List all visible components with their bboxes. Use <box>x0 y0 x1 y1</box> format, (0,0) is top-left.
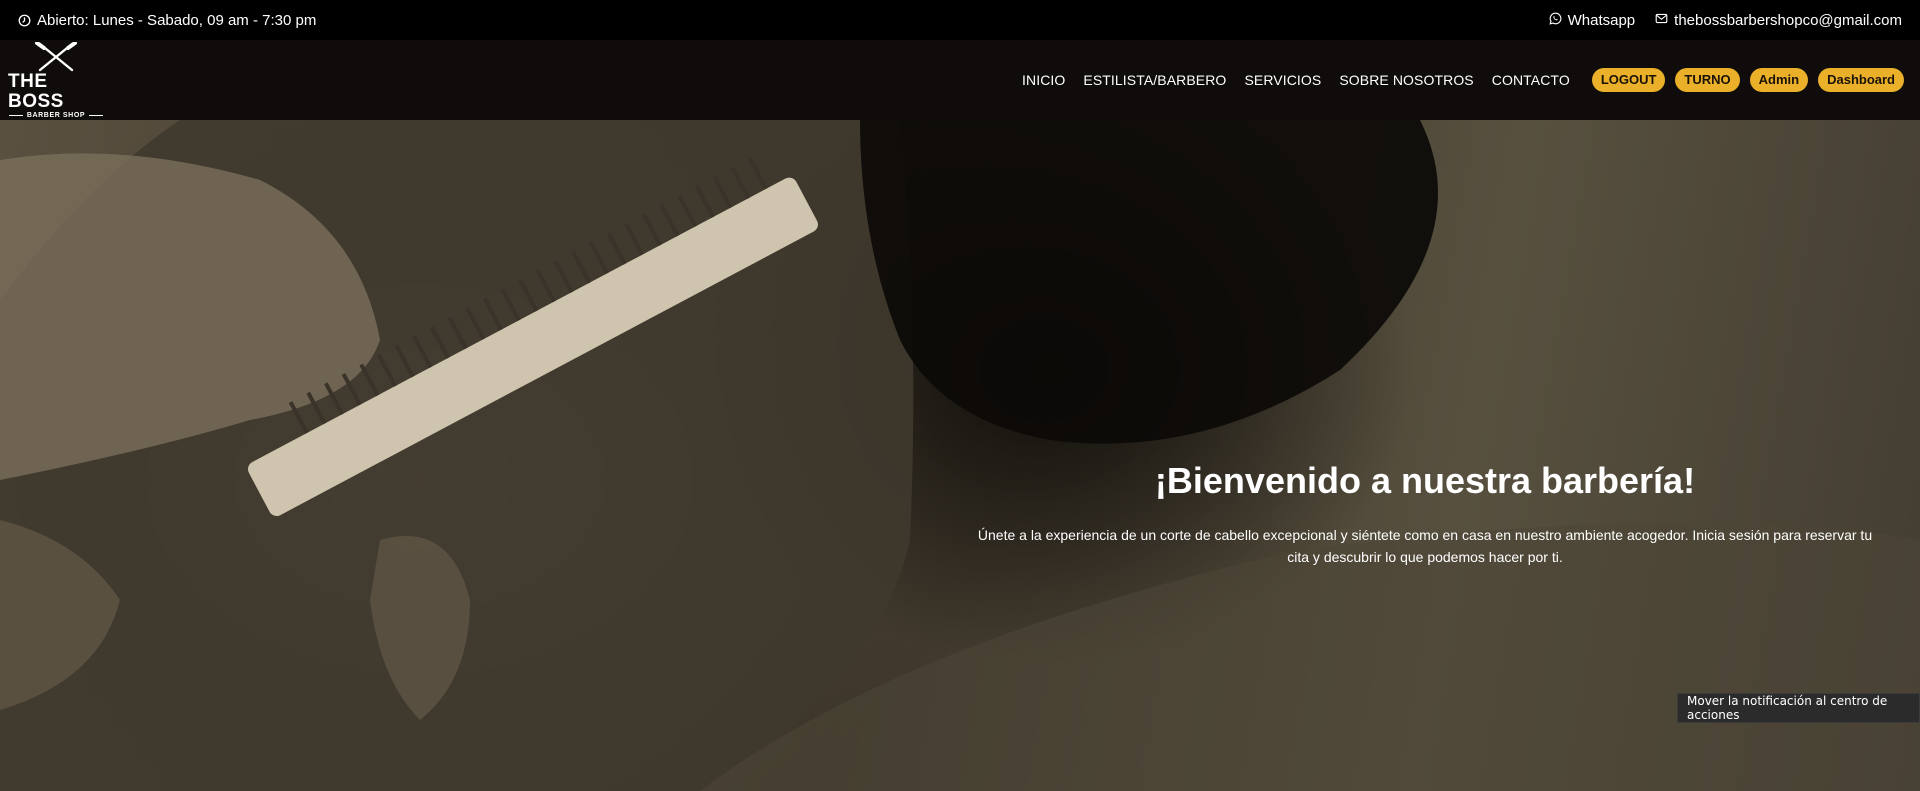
main-navbar: THE BOSS BARBER SHOP INICIO ESTILISTA/BA… <box>0 40 1920 120</box>
hero-title: ¡Bienvenido a nuestra barbería! <box>1154 460 1696 501</box>
admin-button[interactable]: Admin <box>1749 68 1809 92</box>
opening-hours: Abierto: Lunes - Sabado, 09 am - 7:30 pm <box>18 12 316 29</box>
crossed-razors-icon <box>35 41 77 71</box>
hero-subtitle: Únete a la experiencia de un corte de ca… <box>977 527 1873 565</box>
email-label: thebossbarbershopco@gmail.com <box>1674 11 1902 29</box>
logout-button[interactable]: LOGOUT <box>1591 68 1666 92</box>
logo-brand-text: THE BOSS <box>8 70 64 112</box>
toast-text: Mover la notificación al centro de accio… <box>1687 694 1888 722</box>
nav-link-servicios[interactable]: SERVICIOS <box>1244 72 1321 88</box>
envelope-icon <box>1655 12 1668 29</box>
whatsapp-icon <box>1549 12 1562 29</box>
opening-hours-text: Abierto: Lunes - Sabado, 09 am - 7:30 pm <box>37 11 317 29</box>
clock-icon <box>18 14 31 27</box>
email-link[interactable]: thebossbarbershopco@gmail.com <box>1655 12 1902 29</box>
hero-text: ¡Bienvenido a nuestra barbería! Únete a … <box>975 460 1875 568</box>
whatsapp-link[interactable]: Whatsapp <box>1549 11 1636 29</box>
turno-button[interactable]: TURNO <box>1675 68 1740 92</box>
nav-link-sobre-nosotros[interactable]: SOBRE NOSOTROS <box>1339 72 1473 88</box>
whatsapp-label: Whatsapp <box>1567 11 1636 29</box>
notification-toast[interactable]: Mover la notificación al centro de accio… <box>1677 693 1920 723</box>
nav-link-inicio[interactable]: INICIO <box>1022 72 1065 88</box>
logo-sub-text: BARBER SHOP <box>26 111 86 119</box>
hero-background-image <box>0 120 1920 791</box>
logo-divider-left <box>8 114 23 116</box>
nav-links: INICIO ESTILISTA/BARBERO SERVICIOS SOBRE… <box>1022 72 1570 88</box>
logo-divider-right <box>89 114 104 116</box>
top-info-bar: Abierto: Lunes - Sabado, 09 am - 7:30 pm… <box>0 0 1920 40</box>
nav-link-contacto[interactable]: CONTACTO <box>1492 72 1570 88</box>
site-logo[interactable]: THE BOSS BARBER SHOP <box>8 41 104 119</box>
hero-section: ¡Bienvenido a nuestra barbería! Únete a … <box>0 120 1920 791</box>
dashboard-button[interactable]: Dashboard <box>1818 68 1904 92</box>
nav-link-estilista-barbero[interactable]: ESTILISTA/BARBERO <box>1083 72 1226 88</box>
nav-buttons: LOGOUT TURNO Admin Dashboard <box>1591 68 1912 92</box>
